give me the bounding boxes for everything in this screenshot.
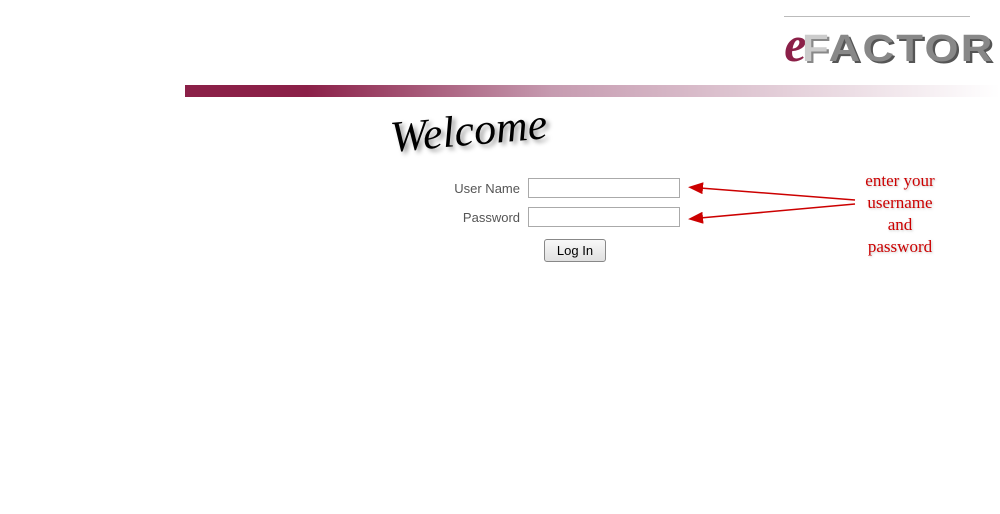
annotation-line-4: password — [850, 236, 950, 258]
annotation-line-3: and — [850, 214, 950, 236]
annotation-arrows — [685, 170, 865, 245]
header-gradient-bar — [185, 85, 1000, 97]
login-form: User Name Password Log In — [440, 178, 680, 262]
password-row: Password — [440, 207, 680, 227]
username-input[interactable] — [528, 178, 680, 198]
password-input[interactable] — [528, 207, 680, 227]
arrow-to-password — [700, 204, 855, 218]
username-label: User Name — [440, 181, 520, 196]
efactor-logo: e FACTOR — [784, 16, 970, 69]
arrow-to-username — [700, 188, 855, 200]
logo-container: e FACTOR — [784, 16, 970, 69]
logo-factor-text: FACTOR — [802, 30, 995, 68]
annotation-line-1: enter your — [850, 170, 950, 192]
login-button[interactable]: Log In — [544, 239, 606, 262]
username-row: User Name — [440, 178, 680, 198]
annotation-line-2: username — [850, 192, 950, 214]
password-label: Password — [440, 210, 520, 225]
annotation-text: enter your username and password — [850, 170, 950, 258]
arrow-svg — [685, 170, 865, 240]
login-button-row: Log In — [470, 239, 680, 262]
welcome-heading: Welcome — [388, 98, 549, 163]
